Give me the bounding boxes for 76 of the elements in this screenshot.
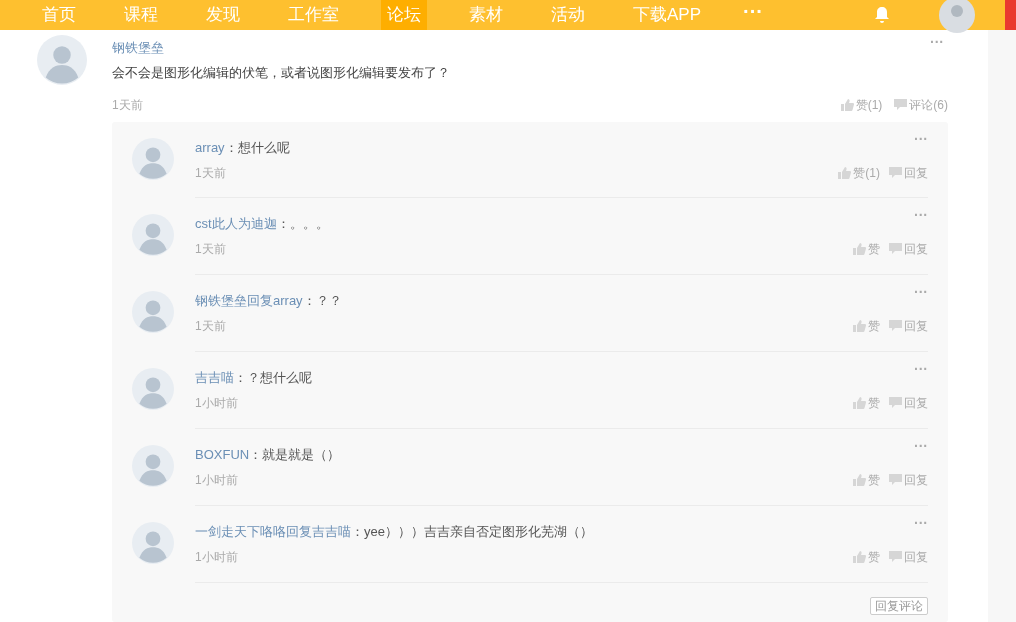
user-link[interactable]: 一剑走天下咯咯回复吉吉喵	[195, 524, 351, 539]
user-avatar[interactable]	[939, 0, 975, 33]
like-button[interactable]: 赞	[853, 470, 880, 489]
comment-icon	[889, 473, 902, 486]
avatar	[132, 291, 174, 333]
side-tab[interactable]	[1005, 0, 1016, 30]
reply-button[interactable]: 回复	[889, 470, 928, 489]
reply-text: BOXFUN：就是就是（）	[195, 446, 341, 464]
more-icon[interactable]: ···	[930, 35, 944, 49]
reply-button[interactable]: 回复	[889, 316, 928, 335]
comment-icon	[889, 166, 902, 179]
reply-time: 1天前	[195, 240, 226, 258]
avatar	[132, 214, 174, 256]
reply-button[interactable]: 回复	[889, 239, 928, 258]
user-link[interactable]: cst此人为迪迦	[195, 216, 277, 231]
bell-icon[interactable]	[873, 6, 891, 24]
nav-tab[interactable]: 论坛	[381, 0, 427, 30]
like-button[interactable]: 赞	[853, 547, 880, 566]
avatar	[37, 35, 87, 85]
more-icon[interactable]: ···	[914, 516, 928, 530]
more-icon[interactable]: ···	[914, 132, 928, 146]
post-text: 会不会是图形化编辑的伏笔，或者说图形化编辑要发布了？	[112, 63, 451, 82]
avatar	[132, 522, 174, 564]
user-link[interactable]: 钢铁堡垒回复array	[195, 293, 303, 308]
reply-button[interactable]: 回复	[889, 393, 928, 412]
reply-time: 1小时前	[195, 471, 238, 489]
nav-tab[interactable]: 工作室	[282, 0, 345, 30]
reply-text: 钢铁堡垒回复array：？？	[195, 292, 342, 310]
nav-tab[interactable]: 发现	[200, 0, 246, 30]
reply-button[interactable]: 回复	[889, 547, 928, 566]
reply-time: 1天前	[195, 164, 226, 182]
like-button[interactable]: 赞(1)	[840, 96, 883, 114]
reply-time: 1小时前	[195, 394, 238, 412]
post-time: 1天前	[112, 97, 143, 114]
reply-text: cst此人为迪迦：。。。	[195, 215, 329, 233]
thumbs-up-icon	[853, 319, 866, 332]
thumbs-up-icon	[853, 396, 866, 409]
reply-time: 1小时前	[195, 548, 238, 566]
more-icon[interactable]: ···	[914, 285, 928, 299]
thumbs-up-icon	[838, 166, 852, 179]
like-button[interactable]: 赞	[853, 316, 880, 335]
more-icon[interactable]: ···	[914, 439, 928, 453]
reply-time: 1天前	[195, 317, 226, 335]
comment-icon	[889, 242, 902, 255]
comment-icon	[889, 319, 902, 332]
like-button[interactable]: 赞(1)	[838, 163, 880, 182]
nav-tab[interactable]: 课程	[118, 0, 164, 30]
thumbs-up-icon	[853, 473, 866, 486]
nav-tab[interactable]: 素材	[463, 0, 509, 30]
reply-text: 一剑走天下咯咯回复吉吉喵：yee）））吉吉亲自否定图形化芜湖（）	[195, 523, 593, 541]
reply-text: array：想什么呢	[195, 139, 290, 157]
comment-icon	[894, 99, 908, 111]
like-button[interactable]: 赞	[853, 239, 880, 258]
user-link[interactable]: BOXFUN	[195, 447, 250, 462]
avatar	[132, 445, 174, 487]
more-menu[interactable]: ···	[743, 0, 763, 26]
nav-tab[interactable]: 下载APP	[627, 0, 708, 30]
comment-icon	[889, 550, 902, 563]
reply-comment-button[interactable]: 回复评论	[870, 597, 928, 615]
thumbs-up-icon	[853, 242, 866, 255]
comment-button[interactable]: 评论(6)	[894, 96, 948, 114]
comment-icon	[889, 396, 902, 409]
thumbs-up-icon	[840, 99, 854, 111]
reply-text: 吉吉喵：？想什么呢	[195, 369, 312, 387]
thumbs-up-icon	[853, 550, 866, 563]
author-name[interactable]: 钢铁堡垒	[112, 38, 164, 58]
like-button[interactable]: 赞	[853, 393, 880, 412]
more-icon[interactable]: ···	[914, 362, 928, 376]
reply-button[interactable]: 回复	[889, 163, 928, 182]
avatar	[132, 368, 174, 410]
avatar	[132, 138, 174, 180]
nav-tab[interactable]: 首页	[36, 0, 82, 30]
user-link[interactable]: array	[195, 140, 225, 155]
user-link[interactable]: 吉吉喵	[195, 370, 234, 385]
nav-tab[interactable]: 活动	[545, 0, 591, 30]
more-icon[interactable]: ···	[914, 208, 928, 222]
